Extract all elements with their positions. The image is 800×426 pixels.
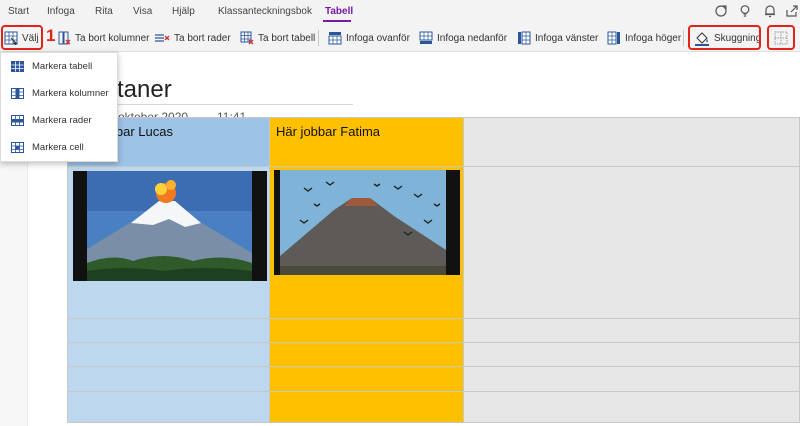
table-cell[interactable] <box>67 390 270 424</box>
table-cell[interactable] <box>67 366 270 392</box>
delete-columns-icon <box>58 31 71 45</box>
highlight-box-3 <box>767 25 795 50</box>
sync-icon[interactable] <box>713 3 729 19</box>
ribbon-separator <box>318 30 319 46</box>
insert-left-label: Infoga vänster <box>535 32 599 44</box>
table-cell[interactable] <box>269 390 464 424</box>
delete-rows-label: Ta bort rader <box>174 32 231 44</box>
cell-icon <box>11 142 24 153</box>
delete-rows-button[interactable]: Ta bort rader <box>154 28 231 48</box>
table-cell[interactable] <box>463 390 800 424</box>
rows-icon <box>11 115 24 126</box>
menu-item-label: Markera cell <box>32 142 84 153</box>
table-cell[interactable] <box>269 165 464 319</box>
insert-right-icon <box>607 31 620 45</box>
delete-table-button[interactable]: Ta bort tabell <box>240 28 315 48</box>
highlight-box-2 <box>688 25 761 50</box>
table-icon <box>11 61 24 72</box>
table-cell[interactable] <box>463 366 800 392</box>
ribbon-separator <box>683 30 684 46</box>
table-cell[interactable] <box>269 366 464 392</box>
delete-table-icon <box>240 31 254 45</box>
table-row <box>67 341 800 368</box>
table-row <box>67 390 800 424</box>
table-row <box>67 317 800 343</box>
table-row <box>67 366 800 392</box>
delete-rows-icon <box>155 34 170 42</box>
tab-klassanteckningsbok[interactable]: Klassanteckningsbok <box>218 6 312 17</box>
volcano-birds-image[interactable] <box>274 169 460 275</box>
table-cell[interactable] <box>269 341 464 368</box>
ribbon-toolbar: Välj 1 Ta bort kolumner Ta bort rader Ta… <box>0 24 800 52</box>
page-title[interactable]: taner <box>117 76 172 104</box>
insert-left-icon <box>518 31 531 45</box>
tab-tabell[interactable]: Tabell <box>325 6 353 17</box>
table-cell-header-empty[interactable] <box>463 117 800 167</box>
table-cell[interactable] <box>67 341 270 368</box>
menu-item-label: Markera kolumner <box>32 88 109 99</box>
tab-visa[interactable]: Visa <box>133 6 152 17</box>
insert-below-icon <box>419 31 433 44</box>
insert-below-label: Infoga nedanför <box>437 32 508 44</box>
table-cell[interactable] <box>463 341 800 368</box>
insert-above-icon <box>328 32 342 45</box>
table[interactable]: Här jobbar Lucas Här jobbar Fatima <box>67 117 800 424</box>
lightbulb-icon[interactable] <box>737 3 753 19</box>
annotation-number-1: 1 <box>46 26 56 45</box>
menu-item-select-rows[interactable]: Markera rader <box>1 107 119 134</box>
insert-right-button[interactable]: Infoga höger <box>607 28 681 48</box>
table-cell[interactable] <box>269 317 464 343</box>
menu-item-label: Markera tabell <box>32 61 93 72</box>
select-dropdown-menu: Markera tabell Markera kolumner Markera … <box>0 52 118 162</box>
delete-columns-label: Ta bort kolumner <box>75 32 150 44</box>
highlight-box-1 <box>1 25 43 50</box>
table-cell[interactable] <box>67 317 270 343</box>
columns-icon <box>11 88 24 99</box>
active-tab-underline <box>323 20 351 22</box>
tab-rita[interactable]: Rita <box>95 6 113 17</box>
table-cell[interactable] <box>463 317 800 343</box>
delete-table-label: Ta bort tabell <box>258 32 316 44</box>
menu-tab-bar: Start Infoga Rita Visa Hjälp Klassanteck… <box>0 0 800 24</box>
insert-below-button[interactable]: Infoga nedanför <box>419 28 507 48</box>
tab-hjalp[interactable]: Hjälp <box>172 6 195 17</box>
insert-above-label: Infoga ovanför <box>346 32 410 44</box>
menu-item-label: Markera rader <box>32 115 92 126</box>
insert-left-button[interactable]: Infoga vänster <box>517 28 598 48</box>
table-cell[interactable] <box>67 165 270 319</box>
share-icon[interactable] <box>784 3 800 19</box>
table-header-row: Här jobbar Lucas Här jobbar Fatima <box>67 117 800 167</box>
insert-right-label: Infoga höger <box>625 32 682 44</box>
menu-item-select-columns[interactable]: Markera kolumner <box>1 80 119 107</box>
title-underline <box>98 104 353 105</box>
menu-item-select-table[interactable]: Markera tabell <box>1 53 119 80</box>
insert-above-button[interactable]: Infoga ovanför <box>328 28 410 48</box>
tab-start[interactable]: Start <box>8 6 29 17</box>
bell-icon[interactable] <box>762 3 778 19</box>
tab-infoga[interactable]: Infoga <box>47 6 75 17</box>
table-row <box>67 165 800 319</box>
table-cell-header-fatima[interactable]: Här jobbar Fatima <box>269 117 464 167</box>
delete-columns-button[interactable]: Ta bort kolumner <box>57 28 149 48</box>
volcano-eruption-image[interactable] <box>73 170 267 281</box>
header-text-fatima: Här jobbar Fatima <box>276 124 381 139</box>
table-cell[interactable] <box>463 165 800 319</box>
menu-item-select-cell[interactable]: Markera cell <box>1 134 119 161</box>
